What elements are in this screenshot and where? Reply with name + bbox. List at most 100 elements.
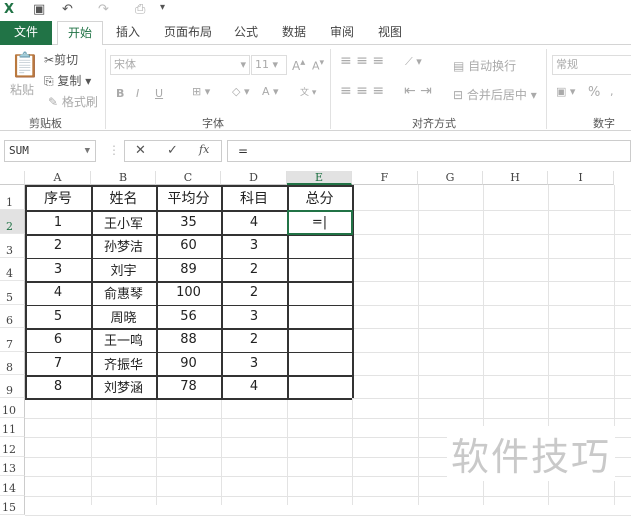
table-header-cell[interactable]: 平均分 [156, 185, 221, 210]
tab-data[interactable]: 数据 [276, 21, 312, 45]
save-icon[interactable]: ▣ [33, 2, 45, 17]
table-cell[interactable]: 3 [25, 258, 91, 282]
font-size-select[interactable]: 11 ▾ [251, 55, 287, 75]
table-cell[interactable]: 7 [25, 352, 91, 376]
table-cell[interactable] [287, 352, 352, 376]
table-cell[interactable]: 王小军 [91, 210, 156, 234]
row-header-7[interactable]: 7 [0, 328, 25, 352]
column-header-F[interactable]: F [352, 171, 418, 185]
table-cell[interactable]: 3 [221, 352, 287, 376]
paste-icon[interactable]: 📋 [10, 51, 40, 79]
font-name-select[interactable]: 宋体 ▾ [110, 55, 250, 75]
row-header-13[interactable]: 13 [0, 456, 25, 476]
bold-button[interactable]: B [116, 87, 124, 100]
table-cell[interactable]: 4 [25, 281, 91, 305]
select-all-corner[interactable] [0, 171, 25, 185]
increase-font-icon[interactable]: A▴ [292, 57, 305, 73]
format-painter-button[interactable]: ✎ 格式刷 [48, 93, 98, 110]
tab-file[interactable]: 文件 [0, 21, 52, 45]
italic-button[interactable]: I [136, 87, 139, 100]
table-cell[interactable] [287, 281, 352, 305]
table-header-cell[interactable]: 总分 [287, 185, 352, 210]
table-cell[interactable]: 8 [25, 375, 91, 398]
percent-button[interactable]: % [588, 85, 600, 100]
indent-icon[interactable]: ⇤ ⇥ [404, 83, 432, 99]
column-header-B[interactable]: B [91, 171, 156, 185]
currency-icon[interactable]: ▣ ▾ [556, 85, 575, 98]
table-cell[interactable]: 2 [221, 258, 287, 282]
table-cell[interactable] [287, 258, 352, 282]
tab-page-layout[interactable]: 页面布局 [160, 21, 216, 45]
copy-button[interactable]: ⎘ 复制 ▾ [44, 72, 91, 89]
customize-qat-icon[interactable]: ▾ [160, 2, 165, 13]
active-cell-selection[interactable] [287, 210, 353, 235]
table-cell[interactable]: 100 [156, 281, 221, 305]
row-header-10[interactable]: 10 [0, 398, 25, 418]
decrease-font-icon[interactable]: A▾ [312, 57, 324, 73]
table-cell[interactable]: 35 [156, 210, 221, 234]
row-header-12[interactable]: 12 [0, 437, 25, 457]
tab-review[interactable]: 审阅 [324, 21, 360, 45]
cut-button[interactable]: ✂剪切 [44, 51, 78, 68]
table-cell[interactable] [287, 328, 352, 352]
fill-color-icon[interactable]: ◇ ▾ [232, 85, 249, 98]
column-header-C[interactable]: C [156, 171, 221, 185]
column-header-A[interactable]: A [25, 171, 91, 185]
table-cell[interactable]: 刘宇 [91, 258, 156, 282]
table-cell[interactable]: 88 [156, 328, 221, 352]
enter-icon[interactable]: ✓ [167, 143, 178, 158]
underline-button[interactable]: U [155, 87, 163, 100]
undo-icon[interactable]: ↶ [62, 2, 73, 17]
insert-function-icon[interactable]: fx [199, 143, 209, 156]
table-cell[interactable]: 78 [156, 375, 221, 398]
table-cell[interactable]: 王一鸣 [91, 328, 156, 352]
table-header-cell[interactable]: 姓名 [91, 185, 156, 210]
row-header-3[interactable]: 3 [0, 234, 25, 258]
table-cell[interactable]: 1 [25, 210, 91, 234]
column-header-H[interactable]: H [483, 171, 548, 185]
table-cell[interactable]: 3 [221, 234, 287, 258]
table-cell[interactable]: 孙梦洁 [91, 234, 156, 258]
merge-center-button[interactable]: ⊟ 合并后居中 ▾ [453, 86, 537, 103]
align-left-icon[interactable]: ≡ ≡ ≡ [340, 83, 384, 99]
table-cell[interactable]: 俞惠琴 [91, 281, 156, 305]
table-header-cell[interactable]: 科目 [221, 185, 287, 210]
font-color-icon[interactable]: A ▾ [262, 85, 279, 98]
phonetic-icon[interactable]: 文 ▾ [300, 85, 316, 98]
table-cell[interactable]: 4 [221, 375, 287, 398]
table-cell[interactable]: 60 [156, 234, 221, 258]
table-cell[interactable]: 5 [25, 305, 91, 329]
column-header-I[interactable]: I [548, 171, 614, 185]
wrap-text-button[interactable]: ▤ 自动换行 [453, 57, 516, 74]
formula-input[interactable]: = [227, 140, 631, 162]
table-cell[interactable]: 周晓 [91, 305, 156, 329]
table-cell[interactable]: 3 [221, 305, 287, 329]
row-header-2[interactable]: 2 [0, 210, 25, 234]
row-header-15[interactable]: 15 [0, 495, 25, 515]
column-header-E[interactable]: E [287, 171, 352, 185]
tab-formulas[interactable]: 公式 [228, 21, 264, 45]
table-header-cell[interactable]: 序号 [25, 185, 91, 210]
row-header-6[interactable]: 6 [0, 304, 25, 328]
align-top-icon[interactable]: ≡ ≡ ≡ [340, 53, 384, 69]
table-cell[interactable]: 2 [221, 328, 287, 352]
table-cell[interactable]: 90 [156, 352, 221, 376]
table-cell[interactable]: 89 [156, 258, 221, 282]
row-header-4[interactable]: 4 [0, 257, 25, 281]
border-icon[interactable]: ⊞ ▾ [192, 85, 210, 98]
row-header-1[interactable]: 1 [0, 185, 25, 210]
row-header-8[interactable]: 8 [0, 351, 25, 375]
paste-button[interactable]: 粘贴 [10, 81, 34, 98]
row-header-14[interactable]: 14 [0, 476, 25, 496]
tab-insert[interactable]: 插入 [108, 21, 148, 45]
name-box[interactable]: SUM ▼ [4, 140, 96, 162]
column-header-G[interactable]: G [418, 171, 483, 185]
number-format-select[interactable]: 常规 [552, 55, 631, 75]
table-cell[interactable]: 56 [156, 305, 221, 329]
row-header-5[interactable]: 5 [0, 281, 25, 305]
table-cell[interactable] [287, 305, 352, 329]
tab-home[interactable]: 开始 [57, 21, 103, 46]
table-cell[interactable] [287, 234, 352, 258]
comma-icon[interactable]: , [610, 85, 614, 98]
cancel-icon[interactable]: ✕ [135, 143, 146, 158]
